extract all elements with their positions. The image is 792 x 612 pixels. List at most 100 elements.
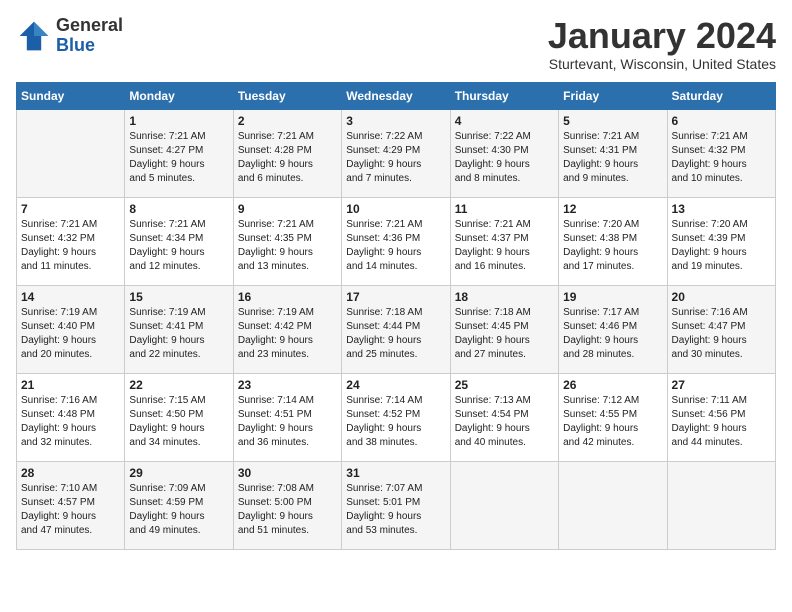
- day-number: 16: [238, 290, 337, 304]
- calendar-cell: 6Sunrise: 7:21 AM Sunset: 4:32 PM Daylig…: [667, 109, 775, 197]
- calendar-cell: [450, 461, 558, 549]
- header-day-thursday: Thursday: [450, 82, 558, 109]
- day-number: 20: [672, 290, 771, 304]
- day-info: Sunrise: 7:21 AM Sunset: 4:35 PM Dayligh…: [238, 218, 337, 274]
- logo-blue-text: Blue: [56, 36, 123, 56]
- day-info: Sunrise: 7:21 AM Sunset: 4:32 PM Dayligh…: [672, 130, 771, 186]
- header-day-tuesday: Tuesday: [233, 82, 341, 109]
- day-number: 14: [21, 290, 120, 304]
- day-info: Sunrise: 7:22 AM Sunset: 4:29 PM Dayligh…: [346, 130, 445, 186]
- header-day-monday: Monday: [125, 82, 233, 109]
- day-info: Sunrise: 7:18 AM Sunset: 4:45 PM Dayligh…: [455, 306, 554, 362]
- day-info: Sunrise: 7:19 AM Sunset: 4:40 PM Dayligh…: [21, 306, 120, 362]
- calendar-cell: 7 Sunrise: 7:21 AM Sunset: 4:32 PM Daylig…: [17, 197, 125, 285]
- calendar-cell: 3 Sunrise: 7:22 AM Sunset: 4:29 PM Daylig…: [342, 109, 450, 197]
- day-info: Sunrise: 7:12 AM Sunset: 4:55 PM Dayligh…: [563, 394, 662, 450]
- day-number: 11: [455, 202, 554, 216]
- calendar-cell: 15 Sunrise: 7:19 AM Sunset: 4:41 PM Dayli…: [125, 285, 233, 373]
- calendar-cell: 28 Sunrise: 7:10 AM Sunset: 4:57 PM Dayli…: [17, 461, 125, 549]
- calendar-cell: 23 Sunrise: 7:14 AM Sunset: 4:51 PM Dayli…: [233, 373, 341, 461]
- calendar-cell: 9 Sunrise: 7:21 AM Sunset: 4:35 PM Daylig…: [233, 197, 341, 285]
- calendar-cell: 1 Sunrise: 7:21 AM Sunset: 4:27 PM Daylig…: [125, 109, 233, 197]
- week-row-1: 7 Sunrise: 7:21 AM Sunset: 4:32 PM Daylig…: [17, 197, 776, 285]
- calendar-cell: 22Sunrise: 7:15 AM Sunset: 4:50 PM Dayli…: [125, 373, 233, 461]
- calendar-cell: 29 Sunrise: 7:09 AM Sunset: 4:59 PM Dayli…: [125, 461, 233, 549]
- calendar-cell: 24 Sunrise: 7:14 AM Sunset: 4:52 PM Dayli…: [342, 373, 450, 461]
- calendar-cell: 14 Sunrise: 7:19 AM Sunset: 4:40 PM Dayli…: [17, 285, 125, 373]
- day-info: Sunrise: 7:14 AM Sunset: 4:52 PM Dayligh…: [346, 394, 445, 450]
- calendar-cell: 13Sunrise: 7:20 AM Sunset: 4:39 PM Dayli…: [667, 197, 775, 285]
- header-row: SundayMondayTuesdayWednesdayThursdayFrid…: [17, 82, 776, 109]
- location-text: Sturtevant, Wisconsin, United States: [548, 56, 776, 72]
- day-info: Sunrise: 7:17 AM Sunset: 4:46 PM Dayligh…: [563, 306, 662, 362]
- calendar-cell: 18 Sunrise: 7:18 AM Sunset: 4:45 PM Dayli…: [450, 285, 558, 373]
- calendar-cell: [559, 461, 667, 549]
- day-number: 29: [129, 466, 228, 480]
- day-info: Sunrise: 7:07 AM Sunset: 5:01 PM Dayligh…: [346, 482, 445, 538]
- day-info: Sunrise: 7:16 AM Sunset: 4:48 PM Dayligh…: [21, 394, 120, 450]
- day-number: 19: [563, 290, 662, 304]
- day-info: Sunrise: 7:08 AM Sunset: 5:00 PM Dayligh…: [238, 482, 337, 538]
- calendar-cell: 2 Sunrise: 7:21 AM Sunset: 4:28 PM Daylig…: [233, 109, 341, 197]
- calendar-cell: 11 Sunrise: 7:21 AM Sunset: 4:37 PM Dayli…: [450, 197, 558, 285]
- header-day-sunday: Sunday: [17, 82, 125, 109]
- day-info: Sunrise: 7:09 AM Sunset: 4:59 PM Dayligh…: [129, 482, 228, 538]
- day-number: 24: [346, 378, 445, 392]
- header-day-friday: Friday: [559, 82, 667, 109]
- day-number: 27: [672, 378, 771, 392]
- day-number: 23: [238, 378, 337, 392]
- day-number: 1: [129, 114, 228, 128]
- day-info: Sunrise: 7:19 AM Sunset: 4:41 PM Dayligh…: [129, 306, 228, 362]
- week-row-2: 14 Sunrise: 7:19 AM Sunset: 4:40 PM Dayli…: [17, 285, 776, 373]
- calendar-cell: 30 Sunrise: 7:08 AM Sunset: 5:00 PM Dayli…: [233, 461, 341, 549]
- day-number: 10: [346, 202, 445, 216]
- day-info: Sunrise: 7:21 AM Sunset: 4:28 PM Dayligh…: [238, 130, 337, 186]
- day-number: 9: [238, 202, 337, 216]
- logo-general-text: General: [56, 16, 123, 36]
- day-info: Sunrise: 7:21 AM Sunset: 4:27 PM Dayligh…: [129, 130, 228, 186]
- calendar-cell: 21 Sunrise: 7:16 AM Sunset: 4:48 PM Dayli…: [17, 373, 125, 461]
- calendar-cell: 12 Sunrise: 7:20 AM Sunset: 4:38 PM Dayli…: [559, 197, 667, 285]
- day-number: 28: [21, 466, 120, 480]
- day-number: 17: [346, 290, 445, 304]
- day-number: 7: [21, 202, 120, 216]
- calendar-cell: [667, 461, 775, 549]
- day-info: Sunrise: 7:16 AM Sunset: 4:47 PM Dayligh…: [672, 306, 771, 362]
- day-number: 21: [21, 378, 120, 392]
- day-number: 25: [455, 378, 554, 392]
- calendar-cell: 16Sunrise: 7:19 AM Sunset: 4:42 PM Dayli…: [233, 285, 341, 373]
- day-info: Sunrise: 7:21 AM Sunset: 4:31 PM Dayligh…: [563, 130, 662, 186]
- calendar-cell: 31 Sunrise: 7:07 AM Sunset: 5:01 PM Dayli…: [342, 461, 450, 549]
- day-number: 31: [346, 466, 445, 480]
- day-info: Sunrise: 7:20 AM Sunset: 4:38 PM Dayligh…: [563, 218, 662, 274]
- day-number: 3: [346, 114, 445, 128]
- day-number: 2: [238, 114, 337, 128]
- day-info: Sunrise: 7:11 AM Sunset: 4:56 PM Dayligh…: [672, 394, 771, 450]
- calendar-cell: 27 Sunrise: 7:11 AM Sunset: 4:56 PM Dayli…: [667, 373, 775, 461]
- day-info: Sunrise: 7:21 AM Sunset: 4:36 PM Dayligh…: [346, 218, 445, 274]
- day-number: 8: [129, 202, 228, 216]
- day-number: 12: [563, 202, 662, 216]
- logo: General Blue: [16, 16, 123, 56]
- calendar-cell: 8 Sunrise: 7:21 AM Sunset: 4:34 PM Daylig…: [125, 197, 233, 285]
- day-number: 30: [238, 466, 337, 480]
- header-day-saturday: Saturday: [667, 82, 775, 109]
- day-info: Sunrise: 7:14 AM Sunset: 4:51 PM Dayligh…: [238, 394, 337, 450]
- logo-icon: [16, 18, 52, 54]
- day-info: Sunrise: 7:13 AM Sunset: 4:54 PM Dayligh…: [455, 394, 554, 450]
- calendar-cell: 26Sunrise: 7:12 AM Sunset: 4:55 PM Dayli…: [559, 373, 667, 461]
- week-row-0: 1 Sunrise: 7:21 AM Sunset: 4:27 PM Daylig…: [17, 109, 776, 197]
- calendar-cell: 17Sunrise: 7:18 AM Sunset: 4:44 PM Dayli…: [342, 285, 450, 373]
- day-number: 18: [455, 290, 554, 304]
- week-row-3: 21 Sunrise: 7:16 AM Sunset: 4:48 PM Dayli…: [17, 373, 776, 461]
- calendar-cell: 19 Sunrise: 7:17 AM Sunset: 4:46 PM Dayli…: [559, 285, 667, 373]
- header-day-wednesday: Wednesday: [342, 82, 450, 109]
- calendar-cell: 20 Sunrise: 7:16 AM Sunset: 4:47 PM Dayli…: [667, 285, 775, 373]
- day-info: Sunrise: 7:21 AM Sunset: 4:32 PM Dayligh…: [21, 218, 120, 274]
- day-info: Sunrise: 7:21 AM Sunset: 4:37 PM Dayligh…: [455, 218, 554, 274]
- day-info: Sunrise: 7:10 AM Sunset: 4:57 PM Dayligh…: [21, 482, 120, 538]
- day-info: Sunrise: 7:21 AM Sunset: 4:34 PM Dayligh…: [129, 218, 228, 274]
- day-info: Sunrise: 7:22 AM Sunset: 4:30 PM Dayligh…: [455, 130, 554, 186]
- day-number: 15: [129, 290, 228, 304]
- day-number: 22: [129, 378, 228, 392]
